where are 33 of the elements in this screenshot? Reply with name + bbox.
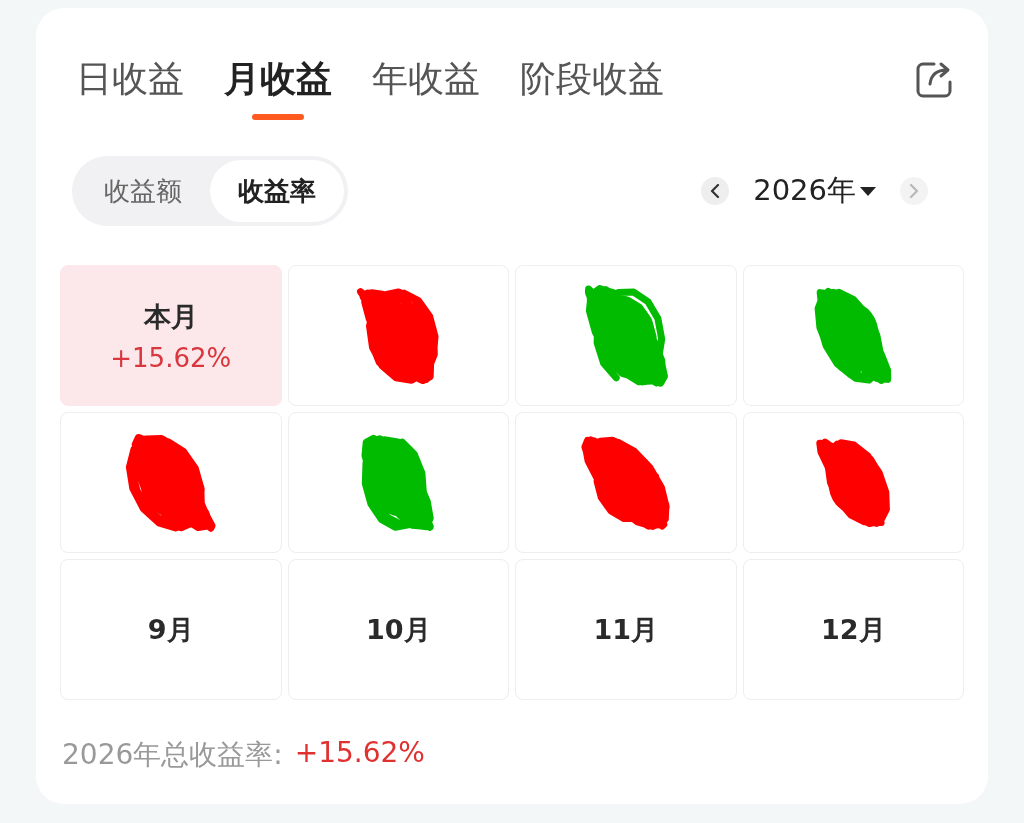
month-cell[interactable] <box>515 265 737 406</box>
month-cell[interactable]: 11月 <box>515 559 737 700</box>
previous-year-button[interactable] <box>701 177 730 205</box>
share-icon <box>914 60 954 100</box>
month-cell[interactable] <box>515 412 737 553</box>
segment-option[interactable]: 收益率 <box>210 160 344 222</box>
chevron-left-icon <box>710 184 721 198</box>
month-cell[interactable] <box>60 412 282 553</box>
month-cell[interactable] <box>287 412 509 553</box>
year-dropdown[interactable]: 2026年 <box>753 171 876 211</box>
month-label: 11月 <box>593 612 659 647</box>
month-return: +15.62% <box>110 342 232 373</box>
share-button[interactable] <box>914 60 954 100</box>
total-return-label: 2026年总收益率: <box>62 737 283 773</box>
month-cell[interactable] <box>742 412 964 553</box>
month-cell[interactable]: 本月 +15.62% <box>60 265 282 406</box>
month-label: 9月 <box>147 612 194 647</box>
tab[interactable]: 年收益 <box>372 50 480 108</box>
tab[interactable]: 日收益 <box>76 50 184 108</box>
month-cell[interactable]: 12月 <box>742 559 964 700</box>
month-cell[interactable]: 10月 <box>287 559 509 700</box>
chevron-right-icon <box>909 184 919 198</box>
month-cell[interactable]: 9月 <box>60 559 282 700</box>
month-label: 12月 <box>820 612 886 647</box>
month-label: 本月 <box>143 299 198 334</box>
total-return-value: +15.62% <box>294 736 425 771</box>
tab[interactable]: 月收益 <box>224 50 332 120</box>
month-label: 10月 <box>365 612 431 647</box>
month-cell[interactable] <box>742 265 964 406</box>
tab[interactable]: 阶段收益 <box>520 50 664 108</box>
segment-option[interactable]: 收益额 <box>76 160 210 222</box>
caret-down-icon <box>860 186 876 196</box>
month-cell[interactable] <box>287 265 509 406</box>
